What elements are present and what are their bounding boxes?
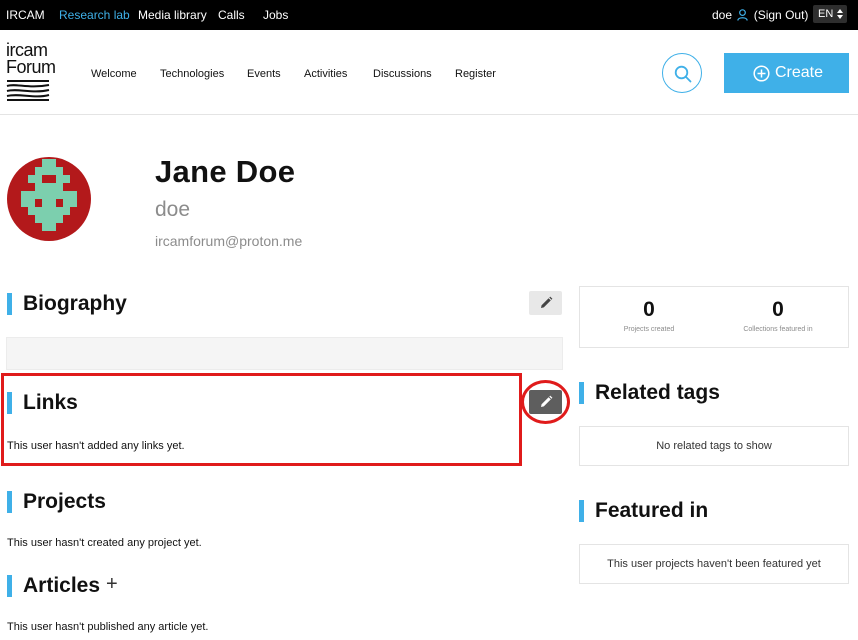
logo-wave-icon <box>6 80 50 101</box>
top-bar: IRCAM Research lab Media library Calls J… <box>0 0 858 30</box>
nav-discussions[interactable]: Discussions <box>373 68 432 80</box>
logo-text-forum: Forum <box>6 57 56 77</box>
topbar-link-calls[interactable]: Calls <box>218 8 245 22</box>
topbar-link-research-lab[interactable]: Research lab <box>59 8 130 22</box>
nav-activities[interactable]: Activities <box>304 68 347 80</box>
sign-out-link[interactable]: (Sign Out) <box>754 8 809 22</box>
nav-register[interactable]: Register <box>455 68 496 80</box>
links-highlight-box <box>1 373 522 466</box>
profile-email: ircamforum@proton.me <box>155 233 303 249</box>
create-button[interactable]: Create <box>724 53 849 93</box>
nav-events[interactable]: Events <box>247 68 281 80</box>
user-menu[interactable]: doe (Sign Out) <box>712 8 808 24</box>
add-article-button[interactable]: + <box>106 573 118 596</box>
topbar-link-jobs[interactable]: Jobs <box>263 8 288 22</box>
projects-empty-text: This user hasn't created any project yet… <box>7 537 202 549</box>
stats-box: 0 Projects created 0 Collections feature… <box>579 286 849 348</box>
plus-circle-icon <box>753 65 770 82</box>
create-button-label: Create <box>775 64 824 81</box>
avatar <box>7 157 91 241</box>
featured-in-heading: Featured in <box>579 499 708 523</box>
site-header: ircam Forum Welcome Technologies Events … <box>0 30 858 115</box>
profile-username: doe <box>155 198 191 221</box>
featured-in-empty-text: This user projects haven't been featured… <box>607 558 821 570</box>
user-icon <box>737 9 749 24</box>
avatar-pattern-icon <box>21 159 77 231</box>
articles-empty-text: This user hasn't published any article y… <box>7 621 209 633</box>
profile-full-name: Jane Doe <box>155 154 296 189</box>
related-tags-empty-text: No related tags to show <box>656 440 772 452</box>
related-tags-heading: Related tags <box>579 381 720 405</box>
projects-created-count: 0 <box>643 298 655 321</box>
edit-biography-button[interactable] <box>529 291 562 315</box>
biography-content <box>6 337 563 370</box>
projects-heading: Projects <box>7 490 106 514</box>
projects-created-label: Projects created <box>623 326 675 333</box>
nav-technologies[interactable]: Technologies <box>160 68 224 80</box>
search-button[interactable] <box>662 53 702 93</box>
pencil-icon <box>541 296 553 308</box>
updown-arrows-icon <box>837 9 843 19</box>
articles-heading: Articles <box>7 574 100 598</box>
language-value: EN <box>818 8 834 20</box>
topbar-username: doe <box>712 8 733 22</box>
edit-links-highlight-circle <box>521 380 570 424</box>
featured-in-box: This user projects haven't been featured… <box>579 544 849 584</box>
language-select[interactable]: EN <box>813 5 847 23</box>
search-icon <box>674 65 692 83</box>
related-tags-box: No related tags to show <box>579 426 849 466</box>
ircam-forum-logo[interactable]: ircam Forum <box>6 41 56 106</box>
collections-featured-count: 0 <box>772 298 784 321</box>
topbar-link-ircam[interactable]: IRCAM <box>6 8 45 22</box>
topbar-link-media-library[interactable]: Media library <box>138 8 207 22</box>
nav-welcome[interactable]: Welcome <box>91 68 137 80</box>
collections-featured-label: Collections featured in <box>743 326 813 333</box>
biography-heading: Biography <box>7 292 127 316</box>
